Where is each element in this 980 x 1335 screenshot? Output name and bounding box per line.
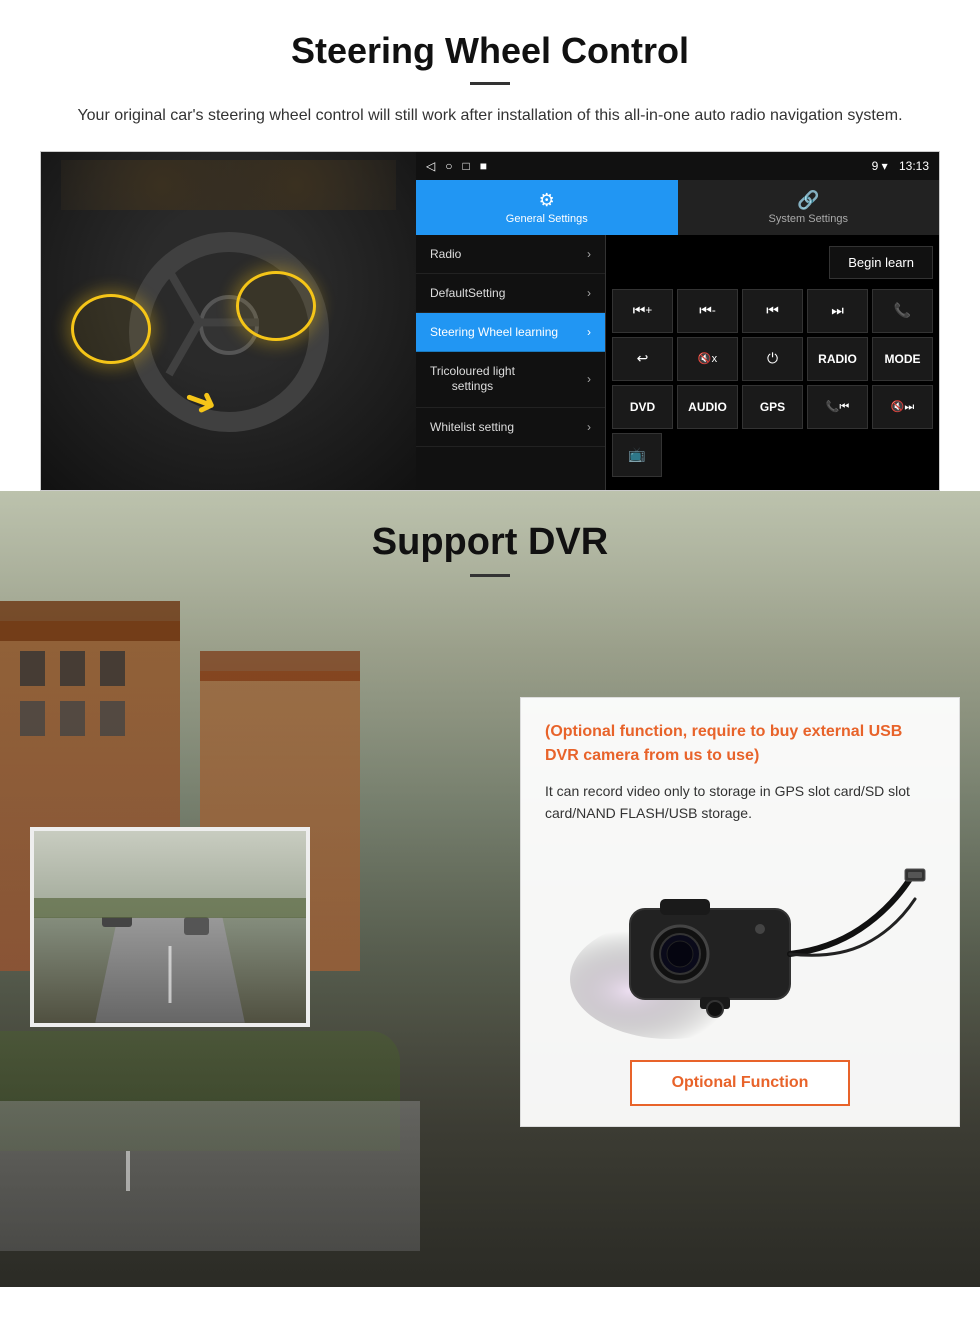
radio-btn[interactable]: RADIO	[807, 337, 868, 381]
tab-general-settings[interactable]: ⚙ General Settings	[416, 180, 678, 235]
mute-next-btn[interactable]: 🔇⏭	[872, 385, 933, 429]
tab-system-settings[interactable]: 🔗 System Settings	[678, 180, 940, 235]
home-icon: ○	[445, 159, 452, 173]
dvr-thumbnail	[30, 827, 310, 1027]
tab-general-label: General Settings	[506, 213, 588, 225]
mode-btn[interactable]: MODE	[872, 337, 933, 381]
optional-function-button[interactable]: Optional Function	[630, 1060, 851, 1106]
steering-subtitle: Your original car's steering wheel contr…	[40, 103, 940, 129]
back-icon: ◁	[426, 159, 435, 173]
call-prev-btn[interactable]: 📞⏮	[807, 385, 868, 429]
left-highlight-circle	[71, 294, 151, 364]
steering-photo: ➜	[41, 152, 416, 491]
time-display: 13:13	[899, 159, 929, 173]
dvr-section: Support DVR (Optional function, require …	[0, 491, 980, 1287]
menu-arrow-whitelist: ›	[587, 420, 591, 434]
android-tabs: ⚙ General Settings 🔗 System Settings	[416, 180, 939, 235]
menu-tricoloured-label: Tricoloured lightsettings	[430, 364, 515, 395]
menu-default-label: DefaultSetting	[430, 286, 505, 300]
vol-down-btn[interactable]: ⏮-	[677, 289, 738, 333]
menu-radio-label: Radio	[430, 247, 461, 261]
steering-section: Steering Wheel Control Your original car…	[0, 0, 980, 491]
steering-title: Steering Wheel Control	[40, 30, 940, 72]
steering-divider	[470, 82, 510, 85]
menu-item-tricoloured[interactable]: Tricoloured lightsettings ›	[416, 352, 605, 408]
controls-top-row: Begin learn	[612, 241, 933, 285]
android-content: Radio › DefaultSetting › Steering Wheel …	[416, 235, 939, 490]
dvr-title: Support DVR	[0, 521, 980, 564]
prev-btn[interactable]: ⏮	[742, 289, 803, 333]
menu-arrow-radio: ›	[587, 247, 591, 261]
menu-item-whitelist[interactable]: Whitelist setting ›	[416, 408, 605, 447]
menu-arrow-steering: ›	[587, 325, 591, 339]
controls-row-2: ↩ 🔇x ⏻ RADIO MODE	[612, 337, 933, 381]
dvr-title-area: Support DVR	[0, 521, 980, 577]
vol-up-btn[interactable]: ⏮+	[612, 289, 673, 333]
recents-icon: □	[462, 159, 469, 173]
gps-btn[interactable]: GPS	[742, 385, 803, 429]
statusbar-left: ◁ ○ □ ■	[426, 159, 487, 173]
hangup-btn[interactable]: ↩	[612, 337, 673, 381]
menu-whitelist-label: Whitelist setting	[430, 420, 514, 434]
dvr-info-desc: It can record video only to storage in G…	[545, 780, 935, 825]
menu-item-default[interactable]: DefaultSetting ›	[416, 274, 605, 313]
call-btn[interactable]: 📞	[872, 289, 933, 333]
menu-arrow-default: ›	[587, 286, 591, 300]
power-btn[interactable]: ⏻	[742, 337, 803, 381]
tab-system-label: System Settings	[769, 213, 848, 225]
signal-icon: 9 ▾	[872, 159, 888, 173]
mute-btn[interactable]: 🔇x	[677, 337, 738, 381]
menu-item-steering-learning[interactable]: Steering Wheel learning ›	[416, 313, 605, 352]
android-statusbar: ◁ ○ □ ■ 9 ▾ 13:13	[416, 152, 939, 180]
android-panel: ◁ ○ □ ■ 9 ▾ 13:13 ⚙ General Settings 🔗	[416, 152, 939, 490]
menu-arrow-tricoloured: ›	[587, 372, 591, 386]
steering-demo: ➜ ◁ ○ □ ■ 9 ▾ 13:13	[40, 151, 940, 491]
statusbar-right: 9 ▾ 13:13	[872, 159, 929, 173]
menu-item-radio[interactable]: Radio ›	[416, 235, 605, 274]
steering-bg: ➜	[41, 152, 416, 491]
audio-btn[interactable]: AUDIO	[677, 385, 738, 429]
dvr-camera-image	[545, 844, 935, 1044]
camera-btn[interactable]: 📺	[612, 433, 662, 477]
dvr-content: Support DVR (Optional function, require …	[0, 491, 980, 1287]
dvr-camera-svg	[550, 849, 930, 1039]
next-btn[interactable]: ⏭	[807, 289, 868, 333]
dvr-info-box: (Optional function, require to buy exter…	[520, 697, 960, 1128]
controls-row-1: ⏮+ ⏮- ⏮ ⏭ 📞	[612, 289, 933, 333]
settings-icon: ⚙	[539, 190, 555, 211]
android-menu: Radio › DefaultSetting › Steering Wheel …	[416, 235, 606, 490]
controls-row-3: DVD AUDIO GPS 📞⏮ 🔇⏭	[612, 385, 933, 429]
dvd-btn[interactable]: DVD	[612, 385, 673, 429]
menu-steering-label: Steering Wheel learning	[430, 325, 558, 339]
dvr-optional-btn-container: Optional Function	[545, 1060, 935, 1106]
begin-learn-button[interactable]: Begin learn	[829, 246, 933, 279]
right-highlight-circle	[236, 271, 316, 341]
dvr-divider	[470, 574, 510, 577]
android-controls: Begin learn ⏮+ ⏮- ⏮ ⏭ 📞 ↩ 🔇x ⏻	[606, 235, 939, 490]
controls-row-4: 📺	[612, 433, 933, 477]
dvr-optional-text: (Optional function, require to buy exter…	[545, 720, 935, 768]
system-icon: 🔗	[797, 190, 819, 211]
menu-icon: ■	[480, 159, 487, 173]
